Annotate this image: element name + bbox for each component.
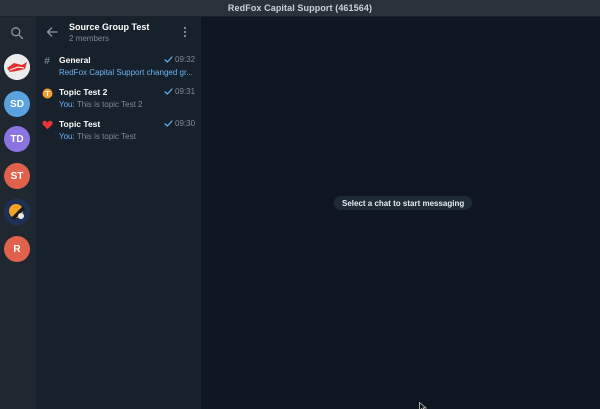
heart-icon [41,119,53,131]
preview-sender: You: [59,132,75,141]
group-header: Source Group Test 2 members [36,17,201,47]
topic-item-topic-test[interactable]: Topic Test 09:30 You: This is topic Test [36,116,201,148]
empty-state-label: Select a chat to start messaging [334,196,473,210]
chat-avatar-sd[interactable]: SD [4,91,30,117]
group-member-count: 2 members [69,34,110,43]
avatar-initials: R [13,243,21,255]
chat-area: Select a chat to start messaging [201,17,600,409]
hash-icon: # [44,55,50,67]
chat-avatar-st[interactable]: ST [4,163,30,189]
group-title[interactable]: Source Group Test [69,22,149,32]
topic-time: 09:30 [175,119,196,128]
topic-preview: You: This is topic Test 2 [59,100,196,109]
more-menu-icon[interactable] [182,26,188,38]
read-check-icon [164,56,173,63]
redfox-logo-icon [4,54,30,80]
topic-name: Topic Test [59,119,101,129]
preview-text: This is topic Test [76,132,136,141]
orange-topic-icon: T [41,87,53,99]
topic-time: 09:32 [175,55,196,64]
chat-avatar-r[interactable]: R [4,236,30,262]
window-title: RedFox Capital Support (461564) [227,3,373,13]
avatar-initials: TD [10,133,24,145]
search-icon[interactable] [10,26,24,40]
folder-rail: SD TD ST R [0,17,36,409]
read-check-icon [164,88,173,95]
topics-panel: Source Group Test 2 members # General 09… [36,17,201,409]
chat-avatar-badge[interactable] [4,199,30,225]
window-titlebar: RedFox Capital Support (461564) [0,0,600,17]
preview-text: This is topic Test 2 [76,100,143,109]
read-check-icon [164,120,173,127]
topic-name: Topic Test 2 [59,87,108,97]
badge-logo-icon [4,199,30,225]
topic-preview: You: This is topic Test [59,132,196,141]
topic-time: 09:31 [175,87,196,96]
topic-item-general[interactable]: # General 09:32 RedFox Capital Support c… [36,52,201,84]
preview-text: RedFox Capital Support changed gr... [59,68,193,77]
chat-avatar-td[interactable]: TD [4,126,30,152]
avatar-initials: SD [10,98,24,110]
svg-text:T: T [45,91,50,98]
topic-preview: RedFox Capital Support changed gr... [59,68,196,77]
mouse-cursor-icon [419,402,427,409]
chat-avatar-redfox[interactable] [4,54,30,80]
topic-name: General [59,55,91,65]
preview-sender: You: [59,100,75,109]
avatar-initials: ST [10,170,24,182]
topic-item-topic-test-2[interactable]: T Topic Test 2 09:31 You: This is topic … [36,84,201,116]
back-arrow-icon[interactable] [45,25,59,39]
